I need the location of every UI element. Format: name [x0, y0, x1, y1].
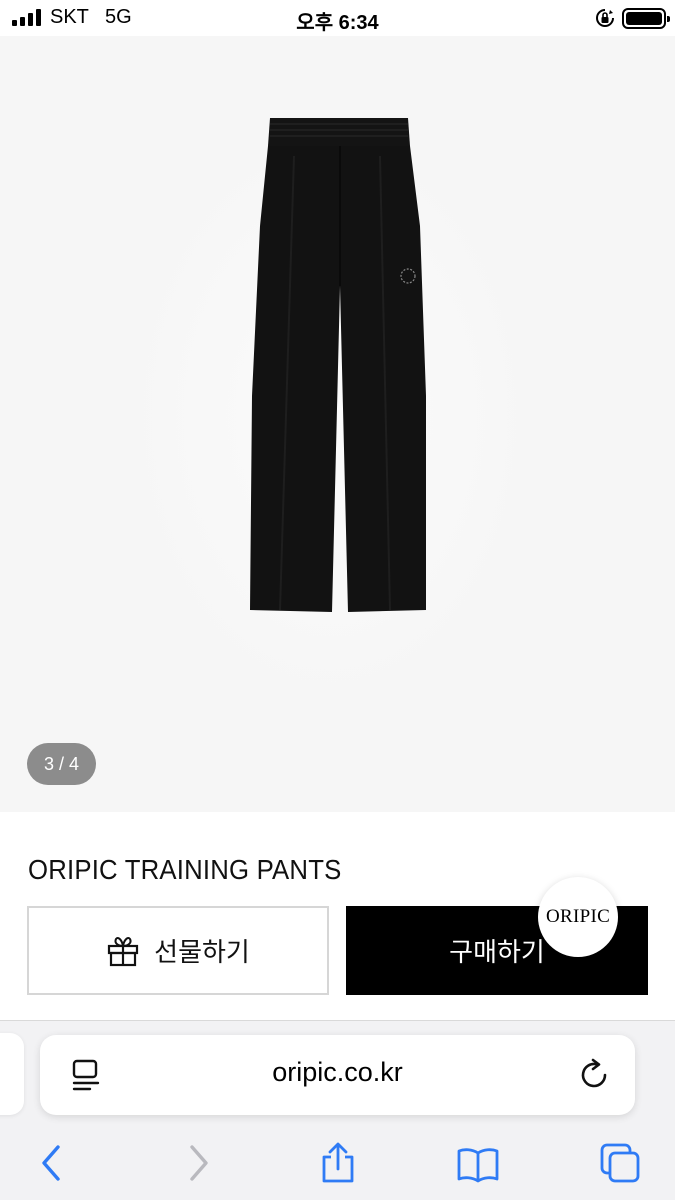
gift-button-label: 선물하기 — [154, 938, 250, 968]
brand-logo-text: ORIPIC — [545, 906, 611, 927]
url-text[interactable]: oripic.co.kr — [40, 1057, 635, 1088]
product-image-carousel[interactable]: 3 / 4 — [0, 36, 675, 812]
forward-icon[interactable] — [176, 1141, 220, 1185]
status-bar: SKT 5G 오후 6:34 — [0, 0, 675, 36]
previous-tab-peek[interactable] — [0, 1033, 24, 1115]
browser-chrome: oripic.co.kr — [0, 1020, 675, 1200]
reload-icon[interactable] — [578, 1057, 612, 1093]
browser-toolbar — [0, 1133, 675, 1200]
brand-floating-button[interactable]: ORIPIC — [538, 877, 618, 957]
share-icon[interactable] — [316, 1141, 360, 1185]
gift-button[interactable]: 선물하기 — [27, 906, 329, 995]
address-bar[interactable]: oripic.co.kr — [40, 1035, 635, 1115]
bookmarks-icon[interactable] — [456, 1141, 500, 1185]
buy-button-label: 구매하기 — [449, 938, 545, 968]
product-photo — [250, 118, 426, 612]
gift-icon — [108, 936, 139, 966]
orientation-lock-icon — [596, 9, 614, 27]
product-title: ORIPIC TRAINING PANTS — [28, 854, 342, 885]
image-counter-badge: 3 / 4 — [27, 743, 96, 785]
status-time: 오후 6:34 — [296, 12, 379, 34]
tabs-icon[interactable] — [598, 1141, 642, 1185]
battery-icon — [622, 8, 670, 29]
back-icon[interactable] — [30, 1141, 74, 1185]
